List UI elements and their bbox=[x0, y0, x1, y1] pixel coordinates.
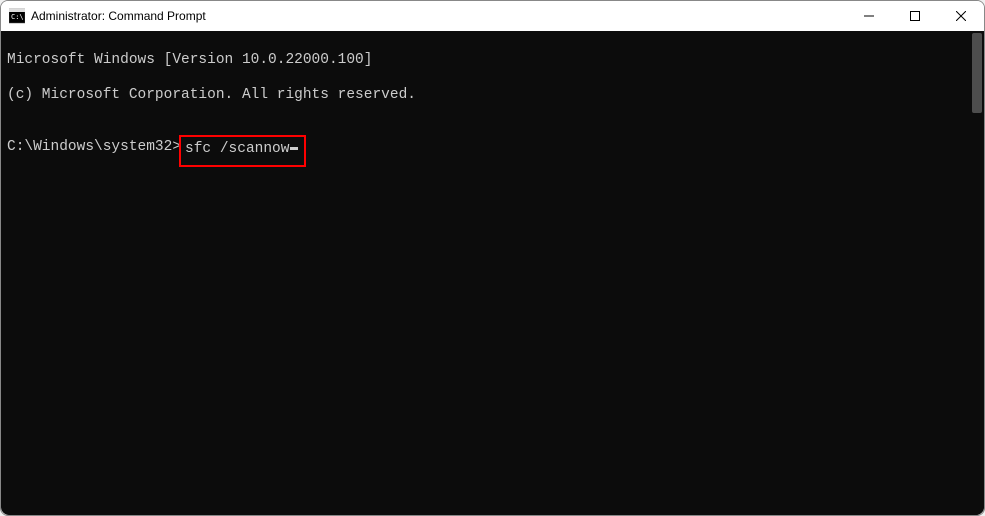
terminal-output-line: (c) Microsoft Corporation. All rights re… bbox=[7, 87, 964, 104]
command-prompt-window: C:\ Administrator: Command Prompt Micros… bbox=[0, 0, 985, 516]
vertical-scrollbar[interactable] bbox=[970, 31, 984, 515]
prompt-line: C:\Windows\system32>sfc /scannow bbox=[7, 139, 964, 166]
window-title: Administrator: Command Prompt bbox=[31, 9, 206, 23]
window-controls bbox=[846, 1, 984, 31]
maximize-button[interactable] bbox=[892, 1, 938, 31]
terminal-output-line: Microsoft Windows [Version 10.0.22000.10… bbox=[7, 52, 964, 69]
titlebar[interactable]: C:\ Administrator: Command Prompt bbox=[1, 1, 984, 31]
prompt-path: C:\Windows\system32> bbox=[7, 139, 181, 156]
minimize-button[interactable] bbox=[846, 1, 892, 31]
terminal-content[interactable]: Microsoft Windows [Version 10.0.22000.10… bbox=[1, 31, 970, 515]
command-highlight-box: sfc /scannow bbox=[179, 135, 306, 166]
cmd-icon: C:\ bbox=[9, 8, 25, 24]
text-cursor bbox=[290, 147, 298, 150]
command-text: sfc /scannow bbox=[185, 141, 289, 158]
terminal-area[interactable]: Microsoft Windows [Version 10.0.22000.10… bbox=[1, 31, 984, 515]
svg-text:C:\: C:\ bbox=[11, 13, 24, 21]
scrollbar-thumb[interactable] bbox=[972, 33, 982, 113]
close-button[interactable] bbox=[938, 1, 984, 31]
